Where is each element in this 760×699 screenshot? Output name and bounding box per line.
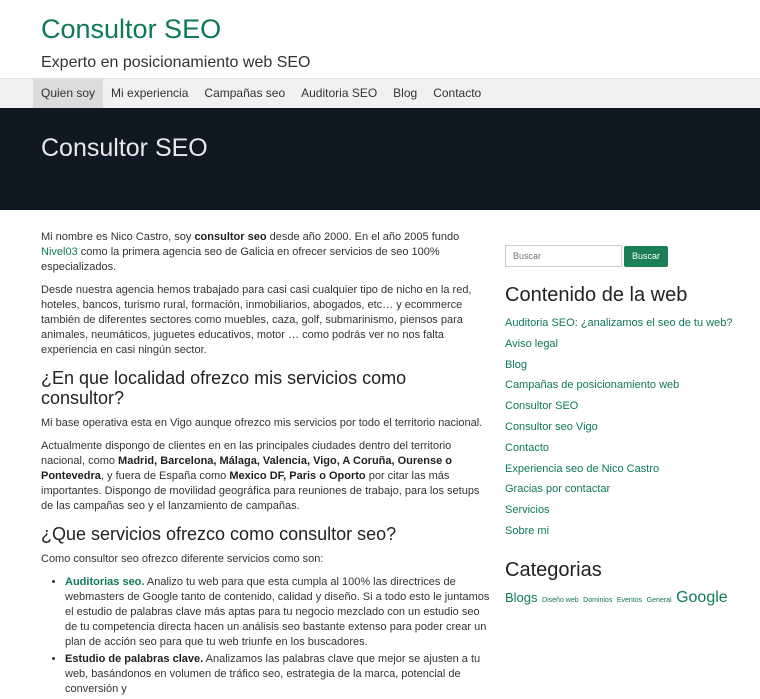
base-paragraph: Mi base operativa esta en Vigo aunque of… [41,417,483,429]
nav-item-quien-soy[interactable]: Quien soy [33,79,104,108]
intro-text-d: como la primera agencia seo de Galicia e… [41,246,440,273]
list-item: Campañas de posicionamiento web [505,375,745,396]
list-item: Contacto [505,438,745,459]
intro-bold-consultor: consultor seo [194,231,267,243]
servicios-heading: ¿Que servicios ofrezco como consultor se… [41,524,397,544]
tag-dominios[interactable]: Dominios [583,597,612,604]
list-item: Consultor SEO [505,396,745,417]
page-link-consultor-seo[interactable]: Consultor SEO [505,400,578,412]
main-nav: Quien soy Mi experiencia Campañas seo Au… [0,78,760,108]
nav-item-campanas-seo[interactable]: Campañas seo [196,79,293,108]
page-link-contacto[interactable]: Contacto [505,442,549,454]
sidebar: Buscar Contenido de la web Auditoria SEO… [505,245,745,611]
nav-item-contacto[interactable]: Contacto [425,79,489,108]
list-item: Servicios [505,500,745,521]
page-link-experiencia[interactable]: Experiencia seo de Nico Castro [505,463,659,475]
page-link-campanas[interactable]: Campañas de posicionamiento web [505,379,679,391]
list-item: Estudio de palabras clave. Analizamos la… [65,652,491,697]
list-item: Auditoria SEO: ¿analizamos el seo de tu … [505,313,745,334]
page-title: Consultor SEO [41,134,208,162]
page-link-gracias[interactable]: Gracias por contactar [505,483,610,495]
tag-diseno-web[interactable]: Diseño web [542,597,579,604]
list-item: Experiencia seo de Nico Castro [505,459,745,480]
intro-text-a: Mi nombre es Nico Castro, soy [41,231,195,243]
list-item: Aviso legal [505,334,745,355]
page-link-servicios[interactable]: Servicios [505,504,550,516]
service-title-estudio: Estudio de palabras clave. [65,653,204,665]
categorias-widget-title: Categorias [505,558,602,581]
tag-blogs[interactable]: Blogs [505,590,538,605]
search-button[interactable]: Buscar [624,245,669,267]
nav-item-blog[interactable]: Blog [385,79,425,108]
list-item: Auditorias seo. Analizo tu web para que … [65,575,491,650]
localidad-heading: ¿En que localidad ofrezco mis servicios … [41,368,407,408]
site-title[interactable]: Consultor SEO [41,14,760,44]
search-form: Buscar [505,245,745,267]
clients-intl-cities: Mexico DF, Paris o Oporto [229,470,366,482]
services-list: Auditorias seo. Analizo tu web para que … [65,575,491,697]
nav-item-mi-experiencia[interactable]: Mi experiencia [103,79,196,108]
agency-paragraph: Desde nuestra agencia hemos trabajado pa… [41,284,472,356]
clients-paragraph: Actualmente dispongo de clientes en en l… [41,439,491,514]
pages-list: Auditoria SEO: ¿analizamos el seo de tu … [505,313,745,542]
contenido-widget-title: Contenido de la web [505,284,688,306]
intro-text-c: desde año 2000. En el año 2005 fundo [266,231,460,243]
page-link-aviso-legal[interactable]: Aviso legal [505,338,558,350]
nav-item-auditoria-seo[interactable]: Auditoria SEO [293,79,385,108]
list-item: Gracias por contactar [505,479,745,500]
list-item: Sobre mi [505,521,745,542]
list-item: Consultor seo Vigo [505,417,745,438]
tag-general[interactable]: General [647,597,672,604]
nivel03-link[interactable]: Nivel03 [41,246,78,258]
tag-eventos[interactable]: Eventos [617,597,642,604]
search-input[interactable] [505,245,622,267]
tag-google[interactable]: Google [676,589,728,606]
site-tagline: Experto en posicionamiento web SEO [41,54,311,71]
service-title-auditorias[interactable]: Auditorias seo. [65,576,144,588]
page-link-blog[interactable]: Blog [505,359,527,371]
page-link-sobre-mi[interactable]: Sobre mi [505,525,549,537]
list-item: Blog [505,355,745,376]
hero-banner: Consultor SEO [0,108,760,210]
page-link-auditoria[interactable]: Auditoria SEO: ¿analizamos el seo de tu … [505,317,732,329]
intro-paragraph: Mi nombre es Nico Castro, soy consultor … [41,230,491,275]
clients-text-b: , y fuera de España como [100,470,230,482]
tag-cloud: Blogs Diseño web Dominios Eventos Genera… [505,588,745,611]
servicios-intro: Como consultor seo ofrezco diferente ser… [41,553,324,565]
page-link-consultor-vigo[interactable]: Consultor seo Vigo [505,421,598,433]
site-header: Consultor SEO Experto en posicionamiento… [0,0,760,78]
main-content: Mi nombre es Nico Castro, soy consultor … [41,230,491,699]
